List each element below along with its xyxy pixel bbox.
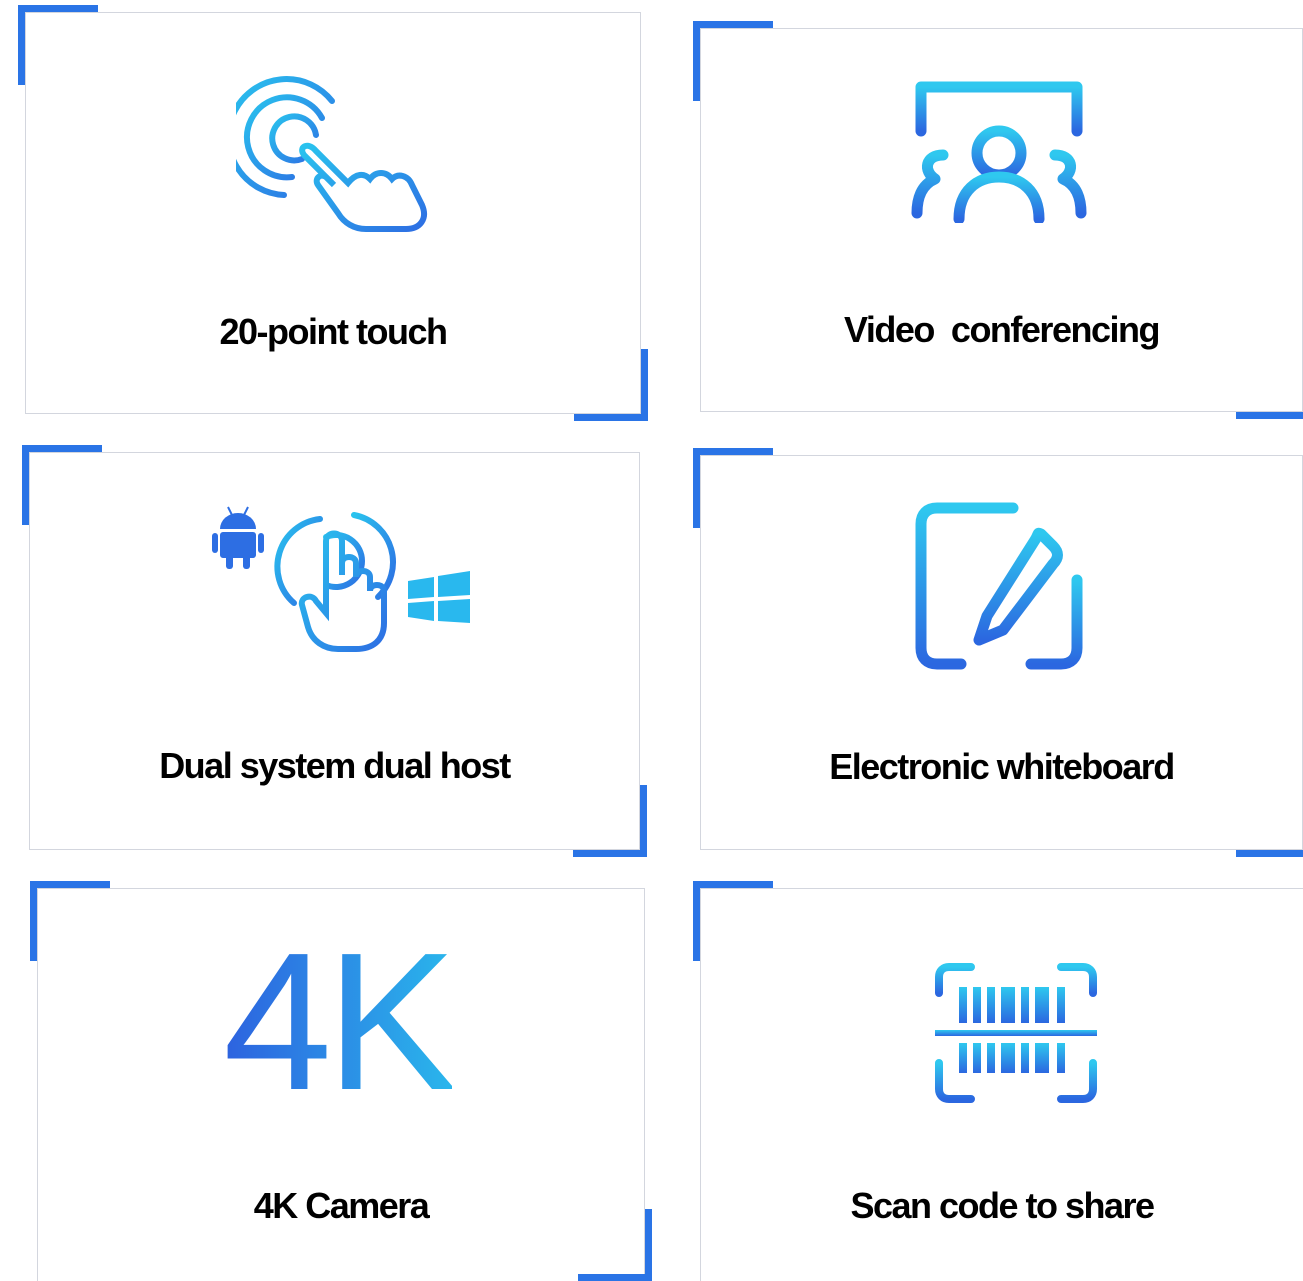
whiteboard-pen-icon (915, 502, 1083, 670)
feature-card-touch: 20-point touch (18, 5, 648, 421)
corner-bracket-top-left (30, 881, 110, 961)
feature-label: 20-point touch (219, 311, 448, 352)
barcode-scan-icon (935, 963, 1097, 1103)
corner-bracket-bottom-right (574, 349, 648, 421)
feature-label: Dual system dual host (159, 745, 511, 786)
feature-card-whiteboard: Electronic whiteboard (693, 448, 1303, 857)
windows-icon (408, 571, 470, 623)
dual-system-android-windows-icon (212, 506, 470, 652)
corner-bracket-top-left (22, 445, 102, 525)
android-icon (212, 506, 264, 569)
corner-bracket-bottom-right (573, 785, 647, 857)
corner-bracket-top-left (693, 21, 773, 101)
corner-bracket-top-left (18, 5, 98, 85)
corner-bracket-bottom-right (1236, 347, 1303, 419)
feature-card-dual-system: Dual system dual host (22, 445, 647, 857)
multi-touch-hand-icon (236, 76, 427, 232)
4k-icon-text: 4K (223, 919, 452, 1099)
corner-bracket-bottom-right (1236, 785, 1303, 857)
feature-label: 4K Camera (253, 1185, 430, 1226)
feature-label: Video conferencing (844, 309, 1160, 350)
4k-icon: 4K (223, 919, 452, 1099)
feature-card-video: Video conferencing (693, 21, 1303, 419)
video-conference-group-icon (911, 81, 1087, 223)
feature-card-scan: Scan code to share (693, 881, 1303, 1281)
feature-card-4k: 4K 4K Camera (30, 881, 652, 1281)
corner-bracket-top-left (693, 881, 773, 961)
feature-label: Electronic whiteboard (829, 746, 1175, 787)
feature-label: Scan code to share (850, 1185, 1155, 1226)
corner-bracket-top-left (693, 448, 773, 528)
